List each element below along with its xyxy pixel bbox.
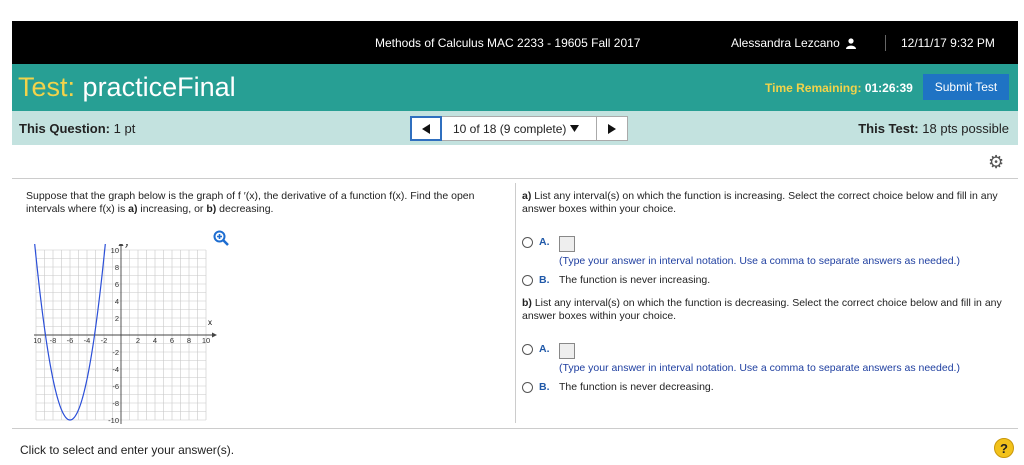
x-tick-label: 8 — [187, 336, 191, 345]
y-tick-label: 4 — [115, 297, 119, 306]
x-tick-label: -2 — [101, 336, 108, 345]
triangle-right-icon — [608, 123, 616, 134]
x-tick-label: 2 — [136, 336, 140, 345]
radio-button[interactable] — [522, 237, 533, 248]
option-letter: B. — [539, 274, 550, 286]
time-remaining-label: Time Remaining: — [765, 81, 862, 95]
footer-instruction: Click to select and enter your answer(s)… — [20, 443, 235, 457]
x-tick-label: -10 — [34, 336, 41, 345]
divider — [12, 428, 1018, 429]
gear-icon[interactable]: ⚙ — [988, 152, 1004, 173]
header-separator — [885, 35, 886, 51]
time-remaining: Time Remaining: 01:26:39 — [765, 81, 913, 95]
option-hint: (Type your answer in interval notation. … — [559, 362, 960, 374]
part-b-label: b) — [522, 297, 532, 309]
part-a-text: List any interval(s) on which the functi… — [522, 190, 998, 215]
question-select[interactable]: 10 of 18 (9 complete) — [442, 116, 596, 141]
time-remaining-value: 01:26:39 — [864, 81, 913, 95]
option-hint: (Type your answer in interval notation. … — [559, 255, 960, 267]
part-a-option-a[interactable]: A. (Type your answer in interval notatio… — [522, 236, 1008, 268]
question-increasing: increasing, or — [137, 203, 207, 215]
this-test-label: This Test: — [858, 121, 919, 136]
part-b-text: List any interval(s) on which the functi… — [522, 297, 1002, 322]
previous-question-button[interactable] — [410, 116, 442, 141]
test-title-name: practiceFinal — [82, 72, 236, 102]
scroll-clip — [522, 418, 1008, 428]
question-bar: This Question: 1 pt 10 of 18 (9 complete… — [12, 111, 1018, 145]
submit-test-button[interactable]: Submit Test — [923, 74, 1009, 100]
y-tick-label: 8 — [115, 263, 119, 272]
help-icon[interactable]: ? — [994, 438, 1014, 458]
radio-button[interactable] — [522, 382, 533, 393]
course-title: Methods of Calculus MAC 2233 - 19605 Fal… — [375, 36, 641, 50]
y-tick-label: -2 — [112, 348, 119, 357]
this-question-points: This Question: 1 pt — [19, 121, 135, 136]
this-question-value: 1 pt — [113, 121, 136, 136]
y-tick-label: 2 — [115, 314, 119, 323]
part-b-option-b[interactable]: B. The function is never decreasing. — [522, 381, 1008, 394]
option-text: The function is never increasing. — [559, 274, 711, 286]
triangle-left-icon — [422, 123, 430, 134]
x-tick-label: 10 — [202, 336, 210, 345]
part-a-label: a) — [522, 190, 532, 202]
test-title-prefix: Test: — [18, 72, 76, 102]
test-bar: Test: practiceFinal Time Remaining: 01:2… — [12, 64, 1018, 111]
y-axis-label: y — [125, 244, 129, 248]
question-b-marker: b) — [206, 203, 217, 215]
test-title: Test: practiceFinal — [18, 72, 236, 103]
x-tick-label: -8 — [50, 336, 57, 345]
part-a-prompt: a) List any interval(s) on which the fun… — [522, 190, 1008, 216]
divider — [12, 178, 1018, 179]
question-text: Suppose that the graph below is the grap… — [26, 190, 504, 216]
y-tick-label: -4 — [112, 365, 119, 374]
question-decreasing: decreasing. — [216, 203, 274, 215]
person-icon — [845, 37, 856, 49]
part-b-prompt: b) List any interval(s) on which the fun… — [522, 297, 1008, 323]
x-tick-label: 4 — [153, 336, 157, 345]
x-axis-label: x — [208, 318, 212, 327]
y-tick-label: -6 — [112, 382, 119, 391]
option-text: The function is never decreasing. — [559, 381, 714, 393]
column-divider — [515, 183, 516, 423]
x-tick-label: -4 — [84, 336, 91, 345]
answer-box[interactable] — [559, 236, 575, 252]
user-name: Alessandra Lezcano — [731, 36, 840, 50]
x-tick-label: 6 — [170, 336, 174, 345]
part-a-option-b[interactable]: B. The function is never increasing. — [522, 274, 1008, 287]
this-test-points: This Test: 18 pts possible — [858, 121, 1009, 136]
part-b-option-a[interactable]: A. (Type your answer in interval notatio… — [522, 343, 1008, 375]
top-header: Methods of Calculus MAC 2233 - 19605 Fal… — [12, 21, 1018, 64]
derivative-graph: -10 -8 -6 -4 -2 2 4 6 8 10 10 8 6 4 2 -2 -4 -6 -8 -10 x y — [34, 244, 217, 425]
radio-button[interactable] — [522, 275, 533, 286]
y-tick-label: -8 — [112, 399, 119, 408]
y-tick-label: -10 — [108, 416, 119, 425]
derivative-curve — [34, 244, 106, 421]
y-axis-arrow — [118, 244, 124, 246]
x-tick-label: -6 — [67, 336, 74, 345]
caret-down-icon — [570, 125, 580, 132]
y-tick-label: 6 — [115, 280, 119, 289]
datetime: 12/11/17 9:32 PM — [901, 36, 995, 50]
graph-ticks: -10 -8 -6 -4 -2 2 4 6 8 10 10 8 6 4 2 -2 -4 -6 -8 -10 — [34, 246, 210, 425]
option-letter: A. — [539, 236, 550, 248]
this-test-value: 18 pts possible — [922, 121, 1009, 136]
radio-button[interactable] — [522, 344, 533, 355]
this-question-label: This Question: — [19, 121, 110, 136]
page: Methods of Calculus MAC 2233 - 19605 Fal… — [0, 0, 1024, 465]
question-select-text: 10 of 18 (9 complete) — [453, 121, 567, 136]
answer-box[interactable] — [559, 343, 575, 359]
answer-panel: a) List any interval(s) on which the fun… — [522, 190, 1008, 394]
user-info[interactable]: Alessandra Lezcano — [731, 36, 856, 50]
y-tick-label: 10 — [111, 246, 119, 255]
option-letter: B. — [539, 381, 550, 393]
option-letter: A. — [539, 343, 550, 355]
next-question-button[interactable] — [596, 116, 628, 141]
x-axis-arrow — [212, 332, 217, 338]
question-navigator: 10 of 18 (9 complete) — [410, 116, 628, 141]
